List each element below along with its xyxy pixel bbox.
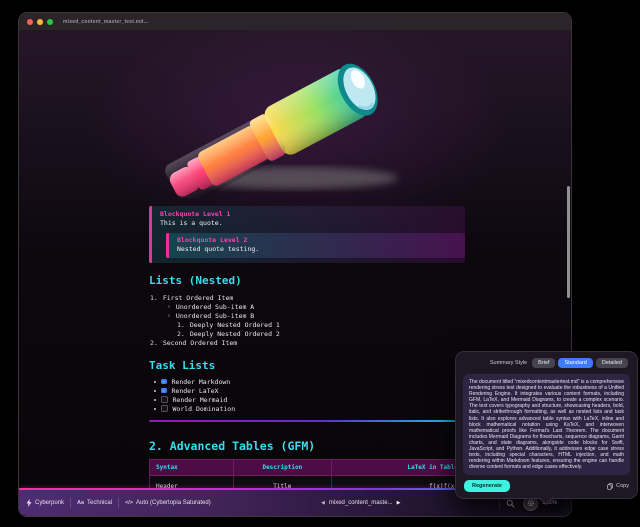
list-item: 1. First Ordered Item	[149, 294, 465, 303]
copy-label: Copy	[616, 483, 629, 490]
code-theme-selector[interactable]: </> Auto (Cybertopia Saturated)	[125, 500, 211, 506]
list-marker: 1.	[177, 321, 185, 329]
summary-style-label: Summary Style	[489, 360, 528, 366]
list-item-label: Second Ordered Item	[162, 339, 238, 347]
blockquote-1-text: This is a quote.	[160, 219, 223, 227]
task-label: Render Markdown	[171, 377, 231, 386]
zoom-window-button[interactable]	[47, 18, 53, 25]
popover-header: Summary Style Brief Standard Detailed	[456, 352, 637, 371]
bullet-icon	[154, 398, 156, 401]
blockquote-1-label: Blockquote Level 1	[160, 210, 231, 218]
list-item: 2. Second Ordered Item	[149, 339, 465, 348]
task-list: Render Markdown Render LaTeX Render Merm…	[149, 377, 465, 413]
copy-icon	[607, 483, 613, 490]
bullet-icon	[154, 407, 156, 410]
font-icon: Aa	[77, 500, 85, 506]
theme-label: Cyberpunk	[35, 500, 65, 506]
task-checkbox-unchecked[interactable]	[161, 405, 168, 412]
task-label: Render LaTeX	[171, 386, 219, 395]
task-checkbox-unchecked[interactable]	[161, 396, 168, 403]
bullet-icon	[154, 389, 156, 392]
list-marker: ◦	[167, 303, 171, 311]
list-item-label: Deeply Nested Ordered 1	[189, 321, 280, 329]
telescope-illustration	[165, 63, 398, 198]
table-header-syntax: Syntax	[149, 459, 234, 476]
search-icon[interactable]	[506, 499, 515, 508]
list-item: 2. Deeply Nested Ordered 2	[149, 330, 465, 339]
code-icon: </>	[125, 500, 134, 506]
titlebar: mixed_content_master_test.md...	[19, 13, 571, 30]
minimize-button[interactable]	[37, 18, 43, 25]
task-checkbox-checked[interactable]	[161, 378, 167, 385]
list-item-label: Unordered Sub-item B	[175, 312, 255, 320]
lightning-icon	[26, 499, 32, 507]
blockquote-2-label: Blockquote Level 2	[177, 236, 248, 244]
separator	[118, 498, 120, 508]
next-file-icon[interactable]: ▶	[397, 500, 401, 506]
list-item: 1. Deeply Nested Ordered 1	[149, 321, 465, 330]
list-item: ◦ Unordered Sub-item A	[149, 303, 465, 312]
style-option-detailed[interactable]: Detailed	[595, 358, 628, 368]
heading-lists-nested: Lists (Nested)	[149, 274, 242, 287]
summary-popover: Summary Style Brief Standard Detailed Th…	[455, 351, 638, 506]
task-label: Render Mermaid	[172, 395, 228, 404]
separator	[499, 498, 501, 508]
theme-selector[interactable]: Cyberpunk	[26, 499, 64, 507]
blockquote-2-text: Nested quote testing.	[177, 245, 260, 253]
regenerate-button[interactable]: Regenerate	[464, 480, 510, 493]
list-marker: ◦	[167, 312, 171, 320]
blockquote-level-1: Blockquote Level 1 This is a quote. Bloc…	[149, 206, 465, 263]
task-checkbox-checked[interactable]	[161, 387, 167, 394]
close-button[interactable]	[27, 18, 33, 25]
bullet-icon	[154, 380, 156, 383]
current-file-label[interactable]: mixed_content_maste...	[329, 500, 393, 506]
table-header-description: Description	[232, 459, 332, 476]
horizontal-rule	[149, 420, 465, 422]
nested-list: 1. First Ordered Item ◦ Unordered Sub-item…	[149, 294, 465, 348]
markdown-document: Blockquote Level 1 This is a quote. Bloc…	[149, 206, 466, 516]
separator	[70, 498, 72, 508]
task-item: Render LaTeX	[149, 386, 465, 395]
task-item: Render Mermaid	[149, 395, 465, 404]
list-item-label: Unordered Sub-item A	[175, 303, 255, 311]
task-label: World Domination	[172, 404, 236, 413]
list-item-label: Deeply Nested Ordered 2	[189, 330, 280, 338]
copy-button[interactable]: Copy	[607, 483, 629, 490]
font-label: Technical	[87, 500, 113, 506]
style-option-standard[interactable]: Standard	[558, 358, 593, 368]
window-title: mixed_content_master_test.md...	[63, 18, 149, 25]
list-item-label: First Ordered Item	[162, 294, 234, 302]
summary-text: The document titled "mixedcontentmastert…	[463, 374, 630, 476]
gear-icon	[527, 499, 534, 507]
file-navigator: ◀ mixed_content_maste... ▶	[321, 500, 400, 506]
summary-style-segmented-control: Brief Standard Detailed	[532, 358, 628, 368]
code-theme-label: Auto (Cybertopia Saturated)	[136, 500, 211, 506]
heading-task-lists: Task Lists	[149, 359, 216, 372]
table-header-latex: LaTeX in Table	[330, 459, 466, 476]
vertical-scrollbar[interactable]	[567, 186, 570, 298]
list-item: ◦ Unordered Sub-item B	[149, 312, 465, 321]
table-header-row: Syntax Description LaTeX in Table	[149, 459, 466, 476]
heading-advanced-tables: 2. Advanced Tables (GFM)	[149, 439, 316, 453]
style-option-brief[interactable]: Brief	[532, 358, 556, 368]
list-marker: 1.	[150, 294, 158, 302]
task-item: Render Markdown	[149, 377, 465, 386]
prev-file-icon[interactable]: ◀	[321, 500, 325, 506]
task-item: World Domination	[149, 404, 465, 413]
blockquote-level-2: Blockquote Level 2 Nested quote testing.	[166, 233, 465, 258]
font-selector[interactable]: Aa Technical	[77, 500, 112, 506]
list-marker: 2.	[150, 339, 158, 347]
list-marker: 2.	[177, 330, 185, 338]
